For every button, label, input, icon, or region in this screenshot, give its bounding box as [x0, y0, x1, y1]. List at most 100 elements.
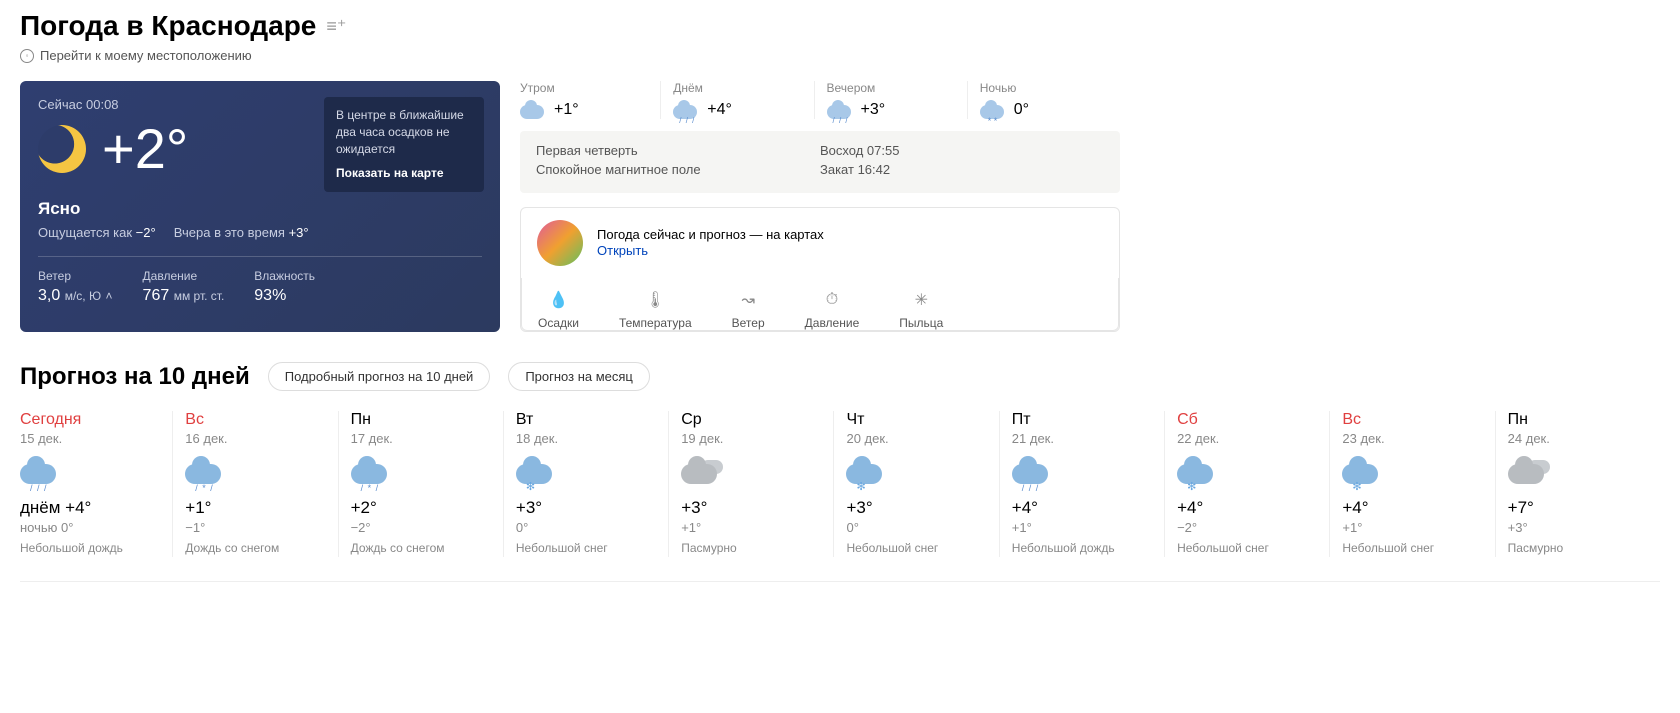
day-name: Сб	[1177, 411, 1317, 429]
day-date: 15 дек.	[20, 431, 160, 446]
day-condition: Пасмурно	[681, 541, 821, 557]
forecast-day[interactable]: Пт 21 дек. / / / +4° +1° Небольшой дождь	[999, 411, 1164, 557]
day-date: 20 дек.	[846, 431, 986, 446]
weather-icon: / * /	[351, 458, 391, 488]
forecast-day[interactable]: Вс 16 дек. / * / +1° −1° Дождь со снегом	[172, 411, 337, 557]
cloud-icon: / / /	[673, 101, 699, 119]
day-date: 16 дек.	[185, 431, 325, 446]
day-name: Ср	[681, 411, 821, 429]
daypart[interactable]: Днём / / / +4°	[660, 81, 813, 119]
weather-icon: ✻	[1177, 458, 1217, 488]
stat-pressure: Давление 767 мм рт. ст.	[143, 269, 225, 305]
stat-wind: Ветер 3,0 м/с, Ю ˄	[38, 269, 113, 305]
day-name: Вс	[1342, 411, 1482, 429]
map-tab-label: Ветер	[732, 316, 765, 330]
cloud-icon: * *	[980, 101, 1006, 119]
day-temp-high: +3°	[516, 498, 656, 518]
day-date: 24 дек.	[1508, 431, 1648, 446]
day-temp-low: −2°	[1177, 520, 1317, 535]
cloud-icon: / / /	[827, 101, 853, 119]
promo-open-link[interactable]: Открыть	[597, 243, 648, 258]
day-name: Пт	[1012, 411, 1152, 429]
day-temp-low: +1°	[681, 520, 821, 535]
day-condition: Пасмурно	[1508, 541, 1648, 557]
day-name: Вс	[185, 411, 325, 429]
day-condition: Дождь со снегом	[351, 541, 491, 557]
daypart[interactable]: Ночью * * 0°	[967, 81, 1120, 119]
magnetic-field: Спокойное магнитное поле	[536, 162, 820, 177]
current-condition: Ясно	[38, 199, 482, 219]
precip-tooltip: В центре в ближайшие два часа осадков не…	[324, 97, 484, 192]
detailed-forecast-button[interactable]: Подробный прогноз на 10 дней	[268, 362, 491, 391]
day-condition: Небольшой дождь	[1012, 541, 1152, 557]
day-date: 19 дек.	[681, 431, 821, 446]
forecast-day[interactable]: Сб 22 дек. ✻ +4° −2° Небольшой снег	[1164, 411, 1329, 557]
sunset: Закат 16:42	[820, 162, 1104, 177]
forecast-day[interactable]: Пн 24 дек. +7° +3° Пасмурно	[1495, 411, 1660, 557]
forecast-day[interactable]: Ср 19 дек. +3° +1° Пасмурно	[668, 411, 833, 557]
month-forecast-button[interactable]: Прогноз на месяц	[508, 362, 650, 391]
day-condition: Небольшой снег	[846, 541, 986, 557]
forecast-day[interactable]: Сегодня 15 дек. / / / днём +4° ночью 0° …	[20, 411, 172, 557]
map-tab[interactable]: ↝ Ветер	[732, 290, 765, 330]
day-date: 18 дек.	[516, 431, 656, 446]
weather-icon: / / /	[20, 458, 60, 488]
day-name: Чт	[846, 411, 986, 429]
show-on-map-link[interactable]: Показать на карте	[336, 165, 472, 182]
forecast-day[interactable]: Вс 23 дек. ✻ +4° +1° Небольшой снег	[1329, 411, 1494, 557]
day-temp-low: −2°	[351, 520, 491, 535]
map-tab[interactable]: ✳Пыльца	[899, 290, 943, 330]
day-date: 23 дек.	[1342, 431, 1482, 446]
dayparts-row: Утром +1°Днём / / / +4°Вечером / / / +3°…	[520, 81, 1120, 119]
sun-moon-info: Первая четверть Спокойное магнитное поле…	[520, 131, 1120, 193]
my-location-label: Перейти к моему местоположению	[40, 48, 252, 63]
day-condition: Небольшой снег	[1177, 541, 1317, 557]
day-name: Пн	[351, 411, 491, 429]
map-tab-icon: 💧	[548, 290, 568, 310]
map-tab-icon: ✳	[911, 290, 931, 310]
daypart-temp: 0°	[1014, 101, 1029, 119]
map-tab-icon: ↝	[738, 290, 758, 310]
daypart-label: Вечером	[827, 81, 955, 95]
day-temp-low: 0°	[846, 520, 986, 535]
daypart[interactable]: Вечером / / / +3°	[814, 81, 967, 119]
day-temp-high: +3°	[846, 498, 986, 518]
day-condition: Небольшой снег	[516, 541, 656, 557]
forecast-day[interactable]: Пн 17 дек. / * / +2° −2° Дождь со снегом	[338, 411, 503, 557]
day-temp-low: +1°	[1012, 520, 1152, 535]
day-temp-low: −1°	[185, 520, 325, 535]
daypart[interactable]: Утром +1°	[520, 81, 660, 119]
forecast-day[interactable]: Вт 18 дек. ✻ +3° 0° Небольшой снег	[503, 411, 668, 557]
page-title: Погода в Краснодаре	[20, 10, 316, 42]
moon-icon	[38, 125, 86, 173]
map-tab[interactable]: 🌡Температура	[619, 290, 692, 330]
day-condition: Дождь со снегом	[185, 541, 325, 557]
day-temp-low: ночью 0°	[20, 520, 160, 535]
forecast-title: Прогноз на 10 дней	[20, 363, 250, 391]
daypart-label: Ночью	[980, 81, 1108, 95]
map-tab[interactable]: ⏱Давление	[805, 290, 860, 330]
day-temp-high: +2°	[351, 498, 491, 518]
moon-phase: Первая четверть	[536, 143, 820, 158]
tooltip-text: В центре в ближайшие два часа осадков не…	[336, 107, 472, 157]
daypart-temp: +1°	[554, 101, 579, 119]
day-temp-high: +4°	[1177, 498, 1317, 518]
day-condition: Небольшой дождь	[20, 541, 160, 557]
day-temp-high: +7°	[1508, 498, 1648, 518]
weather-icon	[681, 458, 721, 488]
globe-icon	[537, 220, 583, 266]
weather-icon: / / /	[1012, 458, 1052, 488]
map-tab[interactable]: 💧Осадки	[538, 290, 579, 330]
map-promo[interactable]: Погода сейчас и прогноз — на картах Откр…	[521, 208, 1119, 278]
day-temp-high: +3°	[681, 498, 821, 518]
add-list-icon[interactable]: ≡⁺	[326, 16, 346, 37]
day-temp-low: 0°	[516, 520, 656, 535]
day-name: Пн	[1508, 411, 1648, 429]
weather-icon: / * /	[185, 458, 225, 488]
forecast-day[interactable]: Чт 20 дек. ✻ +3° 0° Небольшой снег	[833, 411, 998, 557]
day-date: 17 дек.	[351, 431, 491, 446]
map-tab-icon: 🌡	[645, 290, 665, 310]
day-temp-low: +1°	[1342, 520, 1482, 535]
my-location-link[interactable]: ◦ Перейти к моему местоположению	[20, 48, 1660, 63]
day-date: 21 дек.	[1012, 431, 1152, 446]
